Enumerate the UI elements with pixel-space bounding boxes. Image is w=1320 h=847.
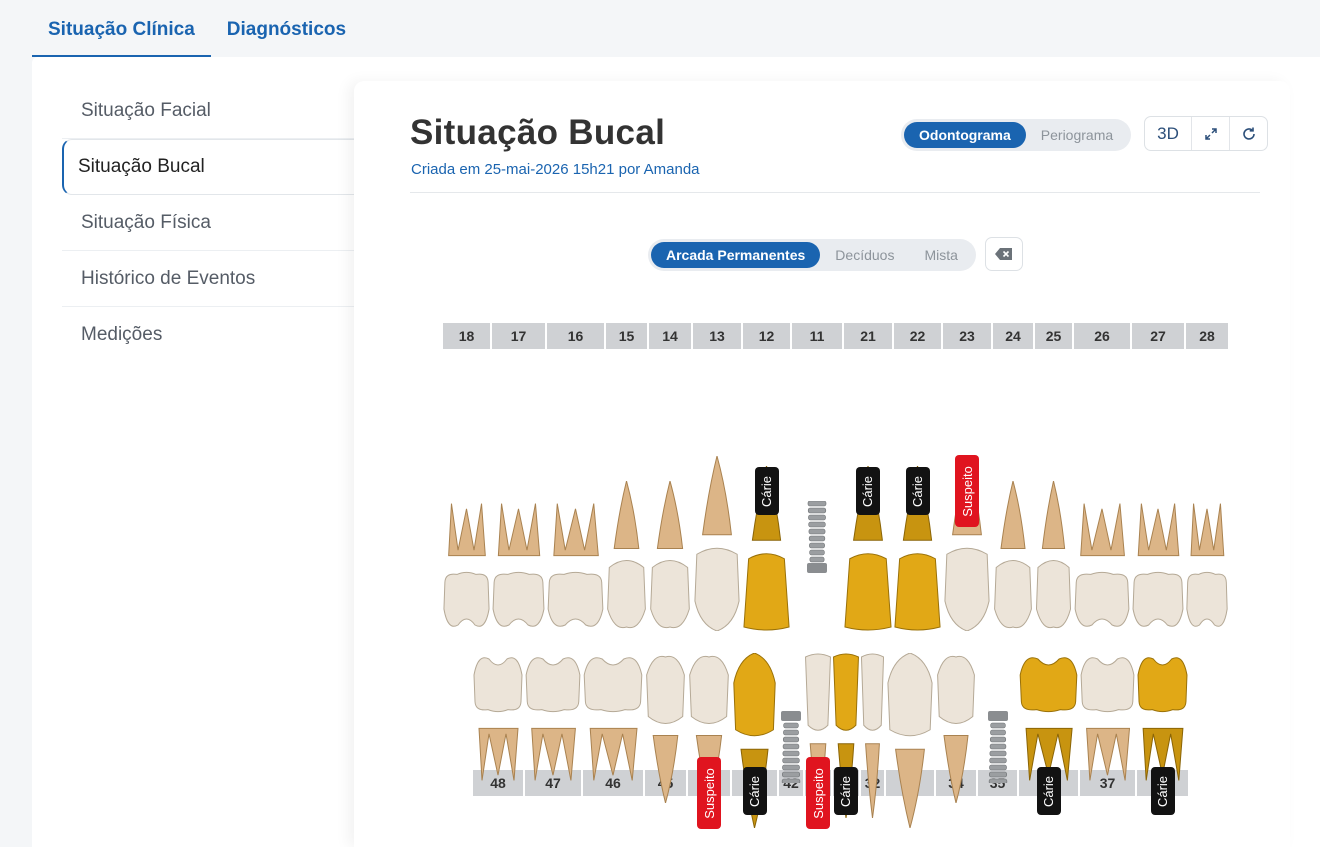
tag-carie-22[interactable]: Cárie xyxy=(905,467,930,515)
tooth-15[interactable] xyxy=(606,481,647,631)
tag-label: Suspeito xyxy=(810,767,826,819)
tooth-28[interactable] xyxy=(1186,501,1228,631)
sidebar-item-medicoes[interactable]: Medições xyxy=(62,307,354,363)
tag-label: Cárie xyxy=(1155,775,1171,807)
arch-toggle: Arcada Permanentes Decíduos Mista xyxy=(648,239,976,271)
expand-icon xyxy=(1204,127,1217,140)
tooth-number-21[interactable]: 21 xyxy=(844,323,892,349)
tooth-number-16[interactable]: 16 xyxy=(547,323,604,349)
tab-diagnosticos[interactable]: Diagnósticos xyxy=(211,19,362,57)
tooth-45[interactable] xyxy=(645,653,686,803)
tooth-number-25[interactable]: 25 xyxy=(1035,323,1072,349)
tag-suspeito-23[interactable]: Suspeito xyxy=(955,455,979,527)
deciduos-button[interactable]: Decíduos xyxy=(820,242,909,268)
tooth-36[interactable] xyxy=(1019,653,1078,783)
sidebar-item-historico-eventos[interactable]: Histórico de Eventos xyxy=(62,251,354,307)
tooth-14[interactable] xyxy=(649,481,691,631)
tooth-13[interactable] xyxy=(693,456,741,631)
tag-label: Cárie xyxy=(1041,775,1057,807)
tag-carie-43[interactable]: Cárie xyxy=(742,767,767,815)
tag-label: Cárie xyxy=(860,475,876,507)
tooth-number-26[interactable]: 26 xyxy=(1074,323,1130,349)
tooth-33[interactable] xyxy=(886,653,934,828)
tooth-24[interactable] xyxy=(993,481,1033,631)
view-toggle: Odontograma Periograma xyxy=(901,119,1132,151)
arcada-permanentes-button[interactable]: Arcada Permanentes xyxy=(651,242,821,268)
tooth-32[interactable] xyxy=(861,653,884,818)
tooth-number-11[interactable]: 11 xyxy=(792,323,842,349)
page-subtitle: Criada em 25-mai-2026 15h21 por Amanda xyxy=(411,161,700,178)
sidebar: Situação Facial Situação Bucal Situação … xyxy=(62,83,354,363)
tag-carie-38[interactable]: Cárie xyxy=(1150,767,1175,815)
tooth-number-22[interactable]: 22 xyxy=(894,323,941,349)
tag-carie-36[interactable]: Cárie xyxy=(1036,767,1061,815)
tooth-47[interactable] xyxy=(525,653,581,783)
odontograma-button[interactable]: Odontograma xyxy=(904,122,1026,148)
mista-button[interactable]: Mista xyxy=(909,242,972,268)
tag-label: Cárie xyxy=(759,475,775,507)
tooth-number-13[interactable]: 13 xyxy=(693,323,741,349)
tooth-number-28[interactable]: 28 xyxy=(1186,323,1228,349)
rotate-button[interactable] xyxy=(1229,117,1267,150)
tag-carie-21[interactable]: Cárie xyxy=(856,467,880,515)
3d-button[interactable]: 3D xyxy=(1145,117,1191,150)
view-tools: 3D xyxy=(1144,116,1268,151)
tooth-16[interactable] xyxy=(547,501,604,631)
tooth-11-implant[interactable] xyxy=(804,501,830,573)
tooth-number-23[interactable]: 23 xyxy=(943,323,991,349)
sidebar-item-situacao-bucal[interactable]: Situação Bucal xyxy=(62,139,354,195)
tooth-17[interactable] xyxy=(492,501,545,631)
tooth-18[interactable] xyxy=(443,501,490,631)
tag-label: Cárie xyxy=(838,775,854,807)
tag-carie-12[interactable]: Cárie xyxy=(754,467,779,515)
odontogram: Cárie Cárie Cárie Suspeito Suspeito Cárie Susp… xyxy=(442,371,1232,829)
tooth-34[interactable] xyxy=(936,653,976,803)
content-card: Situação Bucal Criada em 25-mai-2026 15h… xyxy=(354,81,1290,847)
expand-button[interactable] xyxy=(1191,117,1229,150)
tag-suspeito-41[interactable]: Suspeito xyxy=(806,757,830,829)
tooth-number-15[interactable]: 15 xyxy=(606,323,647,349)
tooth-38[interactable] xyxy=(1137,653,1188,783)
tooth-27[interactable] xyxy=(1132,501,1184,631)
tooth-48[interactable] xyxy=(473,653,523,783)
tooth-number-14[interactable]: 14 xyxy=(649,323,691,349)
tag-label: Suspeito xyxy=(959,465,975,517)
main-panel: Situação Facial Situação Bucal Situação … xyxy=(32,57,1320,847)
tag-carie-31[interactable]: Cárie xyxy=(834,767,858,815)
sidebar-item-situacao-fisica[interactable]: Situação Física xyxy=(62,195,354,251)
top-tabs: Situação Clínica Diagnósticos xyxy=(32,0,362,57)
tooth-35-implant[interactable] xyxy=(985,711,1011,783)
tag-label: Cárie xyxy=(910,475,926,507)
periograma-button[interactable]: Periograma xyxy=(1026,122,1128,148)
tooth-number-17[interactable]: 17 xyxy=(492,323,545,349)
tooth-number-18[interactable]: 18 xyxy=(443,323,490,349)
tooth-26[interactable] xyxy=(1074,501,1130,631)
tooth-number-24[interactable]: 24 xyxy=(993,323,1033,349)
tooth-number-12[interactable]: 12 xyxy=(743,323,790,349)
page-title: Situação Bucal xyxy=(410,113,666,152)
tooth-25[interactable] xyxy=(1035,481,1072,631)
sidebar-item-situacao-facial[interactable]: Situação Facial xyxy=(62,83,354,139)
tab-situacao-clinica[interactable]: Situação Clínica xyxy=(32,19,211,57)
tag-label: Cárie xyxy=(747,775,763,807)
upper-number-row: 18 17 16 15 14 13 12 11 21 22 23 24 25 26 27 28 xyxy=(443,323,1228,349)
backspace-icon xyxy=(995,248,1012,260)
tooth-number-27[interactable]: 27 xyxy=(1132,323,1184,349)
tooth-37[interactable] xyxy=(1080,653,1135,783)
rotate-icon xyxy=(1242,127,1255,140)
tag-suspeito-44[interactable]: Suspeito xyxy=(697,757,721,829)
header-divider xyxy=(410,192,1260,193)
tooth-42-implant[interactable] xyxy=(778,711,804,783)
tooth-46[interactable] xyxy=(583,653,643,783)
tag-label: Suspeito xyxy=(701,767,717,819)
clear-button[interactable] xyxy=(985,237,1023,271)
